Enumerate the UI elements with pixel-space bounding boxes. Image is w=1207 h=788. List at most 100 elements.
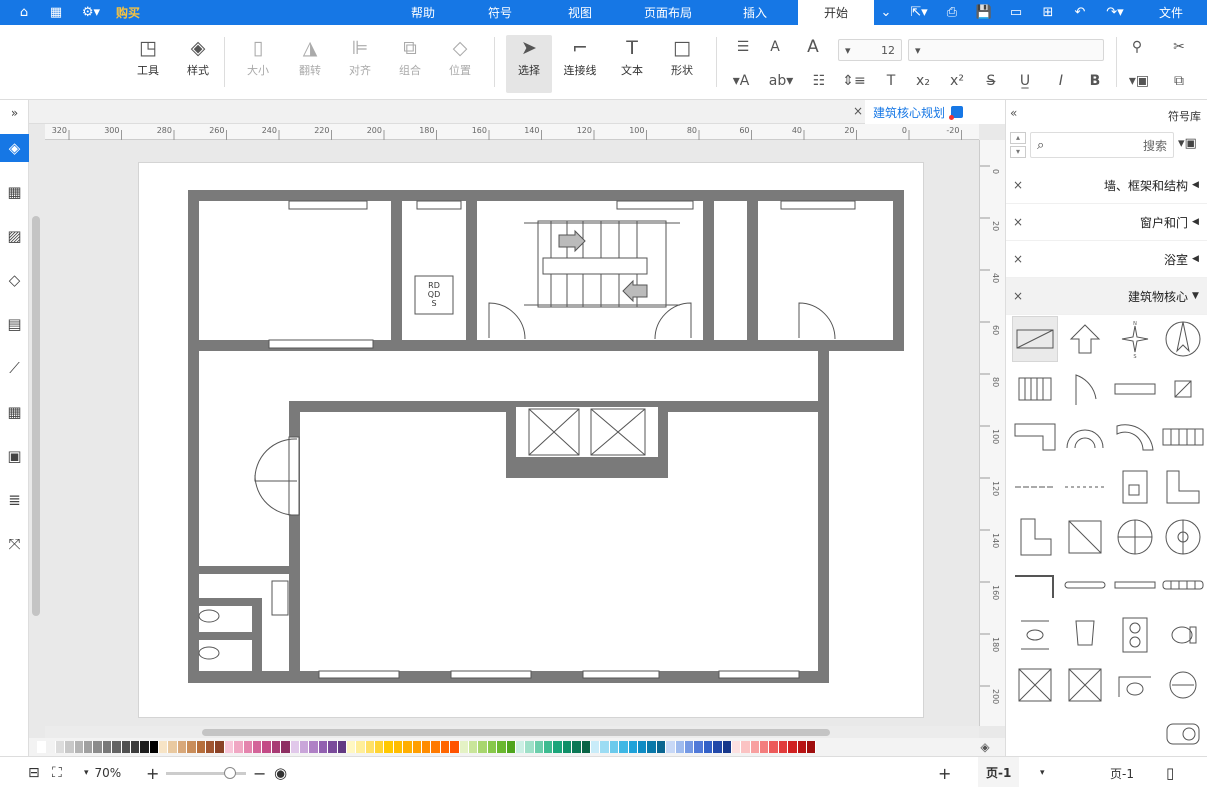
shape-button[interactable]: □ 形状 [660,35,704,93]
scroll-down-icon[interactable]: ▾ [1010,146,1026,158]
mind-map-icon[interactable]: ⤧ [0,530,29,558]
color-swatch[interactable] [328,741,338,753]
image-icon[interactable]: ▨ [0,222,29,250]
close-icon[interactable]: × [1006,178,1030,192]
handrail-symbol[interactable] [1012,464,1058,510]
tab-start[interactable]: 开始 [798,0,874,25]
connector-button[interactable]: ⌐ 连接线 [558,35,602,93]
color-swatch[interactable] [187,741,197,753]
category-bathroom[interactable]: × 浴室 ◀ [1006,241,1207,278]
purchase-button[interactable]: 购买 [108,0,148,25]
subscript-icon[interactable]: x₂ [912,73,934,89]
toilet-symbol[interactable] [1160,612,1206,658]
color-swatch[interactable] [731,741,742,753]
color-swatch[interactable] [741,741,751,753]
cut-scissors-icon[interactable]: ✂ [1168,39,1190,55]
list-icon[interactable]: ☷ [808,73,830,89]
elevator-car-symbol[interactable] [1062,662,1108,708]
ribbon-collapse-icon[interactable]: ⌄ [876,0,896,25]
align-button[interactable]: ⊫ 对齐 [338,35,382,93]
color-swatch[interactable] [121,741,131,753]
freight-elevator-symbol[interactable] [1012,662,1058,708]
color-swatch[interactable] [346,741,357,753]
color-swatch[interactable] [638,741,648,753]
color-swatch[interactable] [149,741,160,753]
color-swatch[interactable] [581,741,592,753]
color-swatch[interactable] [788,741,798,753]
tab-help[interactable]: 帮助 [398,0,448,25]
group-button[interactable]: ⧉ 组合 [388,35,432,93]
decrease-font-icon[interactable]: A [764,39,786,55]
straight-stair-symbol[interactable] [1160,414,1206,460]
revolving-door-symbol[interactable] [1112,514,1158,560]
color-swatch[interactable] [393,741,404,753]
page-tab[interactable]: 页-1 [978,757,1020,787]
spiral-stair-symbol[interactable] [1160,514,1206,560]
color-swatch[interactable] [375,741,385,753]
color-swatch[interactable] [506,741,516,753]
apps-grid-icon[interactable]: ▦ [44,0,68,25]
flip-button[interactable]: ◮ 翻转 [288,35,332,93]
document-tab[interactable]: 建筑核心规划 [865,100,1005,124]
share-icon[interactable]: ⇱▾ [904,0,934,25]
position-button[interactable]: ◇ 位置 [438,35,482,93]
text-case-icon[interactable]: ab▾ [766,73,796,89]
color-swatch[interactable] [403,741,413,753]
category-windows-doors[interactable]: × 窗户和门 ◀ [1006,204,1207,241]
paste-clipboard-icon[interactable]: ▾▣ [1124,73,1154,89]
color-swatch[interactable] [112,741,122,753]
elevator-symbol[interactable] [1012,316,1058,362]
color-swatch[interactable] [600,741,610,753]
font-family-select[interactable]: ▾ [908,39,1104,61]
color-swatch[interactable] [487,741,498,753]
color-swatch[interactable] [318,741,329,753]
tool-button[interactable]: ◳ 工具 [126,35,170,93]
library-manager-icon[interactable]: ▾▣ [1178,136,1197,151]
color-swatch[interactable] [750,741,761,753]
panel-toggle-icon[interactable]: ▯ [1166,757,1174,788]
close-icon[interactable]: × [1006,252,1030,266]
color-swatch[interactable] [234,741,244,753]
urinal-symbol[interactable] [1062,612,1108,658]
color-swatch[interactable] [666,741,676,753]
corner-door-symbol[interactable] [1012,514,1058,560]
color-swatch[interactable] [572,741,582,753]
color-swatch[interactable] [684,741,695,753]
color-swatch[interactable] [628,741,638,753]
desk-symbol[interactable] [1112,464,1158,510]
color-swatch[interactable] [74,741,84,753]
color-swatch[interactable] [224,741,235,753]
color-swatch[interactable] [497,741,507,753]
l-stair-symbol[interactable] [1012,414,1058,460]
collapse-panel-icon[interactable]: « [1010,106,1017,120]
category-building-core[interactable]: × 建筑物核心 ▼ [1006,278,1207,315]
color-swatch[interactable] [309,741,319,753]
superscript-icon[interactable]: x² [946,73,968,89]
settings-gear-icon[interactable]: ⚙▾ [76,0,106,25]
fit-width-icon[interactable]: ⊟ [28,757,40,788]
color-swatch[interactable] [168,741,178,753]
line-spacing-icon[interactable]: ⇕≡ [840,73,868,89]
compass-symbol[interactable]: NS [1112,316,1158,362]
color-swatch[interactable] [703,741,714,753]
color-swatch[interactable] [299,741,310,753]
scroll-up-icon[interactable]: ▴ [1010,132,1026,144]
table-icon[interactable]: ▦ [0,398,29,426]
color-swatch[interactable] [609,741,620,753]
color-swatch[interactable] [422,741,432,753]
layers-icon[interactable]: ◇ [0,266,29,294]
play-presentation-icon[interactable]: ◉ [274,757,287,788]
paragraph-align-icon[interactable]: ☰ [732,39,754,55]
fill-style-icon[interactable]: ◈ [0,134,29,162]
color-swatch[interactable] [196,741,207,753]
zoom-out-button[interactable]: − [253,757,266,788]
open-folder-icon[interactable]: ▭ [1004,0,1028,25]
chart-icon[interactable]: ⟋ [0,354,29,382]
color-swatch[interactable] [525,741,535,753]
close-icon[interactable]: × [1006,215,1030,229]
add-page-button[interactable]: + [938,757,951,788]
color-swatch[interactable] [102,741,113,753]
category-walls-structure[interactable]: × 墙、框架和结构 ◀ [1006,167,1207,204]
close-tab-icon[interactable]: × [853,104,863,118]
color-swatch[interactable] [694,741,704,753]
